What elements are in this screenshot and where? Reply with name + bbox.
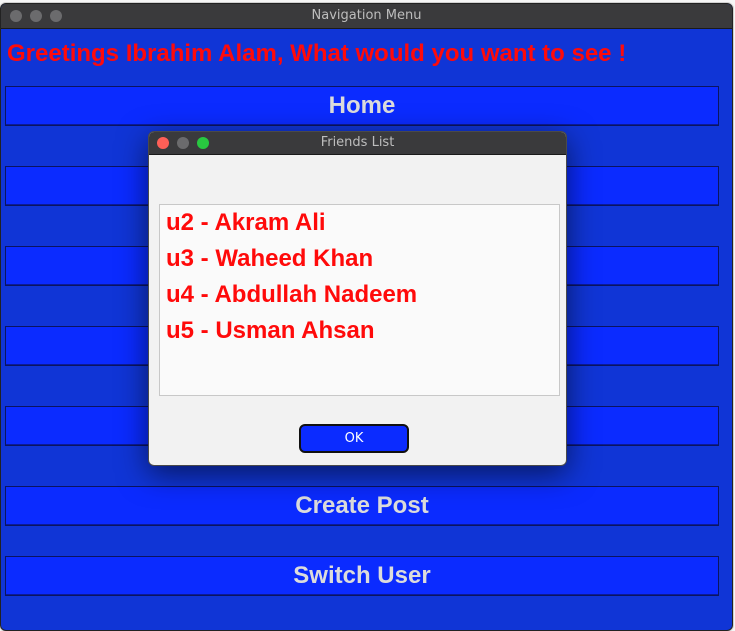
ok-button[interactable]: OK [299, 424, 409, 453]
dialog-titlebar[interactable]: Friends List [149, 132, 566, 155]
friends-list[interactable]: u2 - Akram Ali u3 - Waheed Khan u4 - Abd… [159, 204, 560, 396]
screen: Navigation Menu Greetings Ibrahim Alam, … [0, 0, 735, 631]
home-button[interactable]: Home [5, 86, 719, 126]
greeting-text: Greetings Ibrahim Alam, What would you w… [7, 40, 627, 67]
create-post-button[interactable]: Create Post [5, 486, 719, 526]
list-item[interactable]: u3 - Waheed Khan [166, 245, 373, 273]
list-item[interactable]: u5 - Usman Ahsan [166, 317, 375, 345]
friends-list-dialog: Friends List u2 - Akram Ali u3 - Waheed … [148, 131, 567, 466]
dialog-title: Friends List [320, 135, 395, 150]
switch-user-button[interactable]: Switch User [5, 556, 719, 596]
window-title: Navigation Menu [311, 8, 422, 23]
list-item[interactable]: u2 - Akram Ali [166, 209, 326, 237]
list-item[interactable]: u4 - Abdullah Nadeem [166, 281, 417, 309]
window-titlebar[interactable]: Navigation Menu [1, 4, 732, 29]
